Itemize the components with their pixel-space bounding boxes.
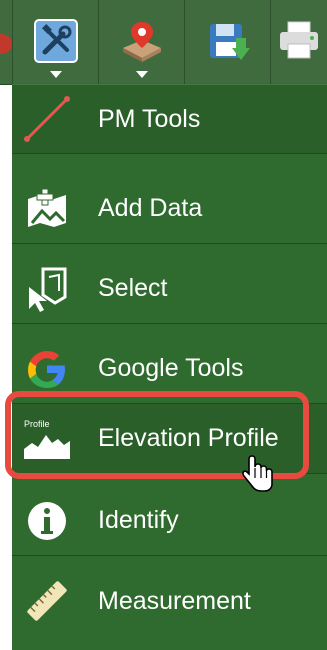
menu-item-add-data[interactable]: Add Data	[12, 174, 327, 244]
print-icon	[276, 18, 322, 69]
ruler-icon	[12, 566, 82, 636]
map-marker-icon	[119, 18, 165, 69]
menu-item-label: Select	[98, 274, 168, 302]
print-button[interactable]	[270, 0, 327, 84]
menu-item-label: Identify	[98, 506, 179, 534]
menu-item-measurement[interactable]: Measurement	[12, 566, 327, 636]
info-icon	[12, 486, 82, 556]
menu-item-label: Measurement	[98, 586, 251, 615]
add-data-icon	[12, 174, 82, 244]
menu-item-label: PM Tools	[98, 104, 201, 133]
toolbar-left-edge-indicator	[0, 34, 12, 54]
tools-button[interactable]	[12, 0, 98, 84]
select-icon	[12, 254, 82, 324]
menu-item-pm-tools[interactable]: PM Tools	[12, 84, 327, 154]
toolbar	[0, 0, 327, 85]
tools-dropdown-menu: PM Tools Add Data Select Google Tools Pr…	[12, 84, 327, 650]
tools-icon	[33, 18, 79, 69]
hand-cursor-icon	[242, 454, 274, 499]
save-icon	[206, 18, 250, 69]
chevron-down-icon	[135, 71, 148, 78]
chevron-down-icon	[49, 71, 62, 78]
menu-item-identify[interactable]: Identify	[12, 486, 327, 556]
menu-item-label: Add Data	[98, 194, 203, 222]
pm-line-icon	[12, 84, 82, 154]
map-layers-button[interactable]	[98, 0, 184, 84]
save-button[interactable]	[184, 0, 270, 84]
menu-item-label: Google Tools	[98, 354, 244, 382]
menu-item-select[interactable]: Select	[12, 254, 327, 324]
